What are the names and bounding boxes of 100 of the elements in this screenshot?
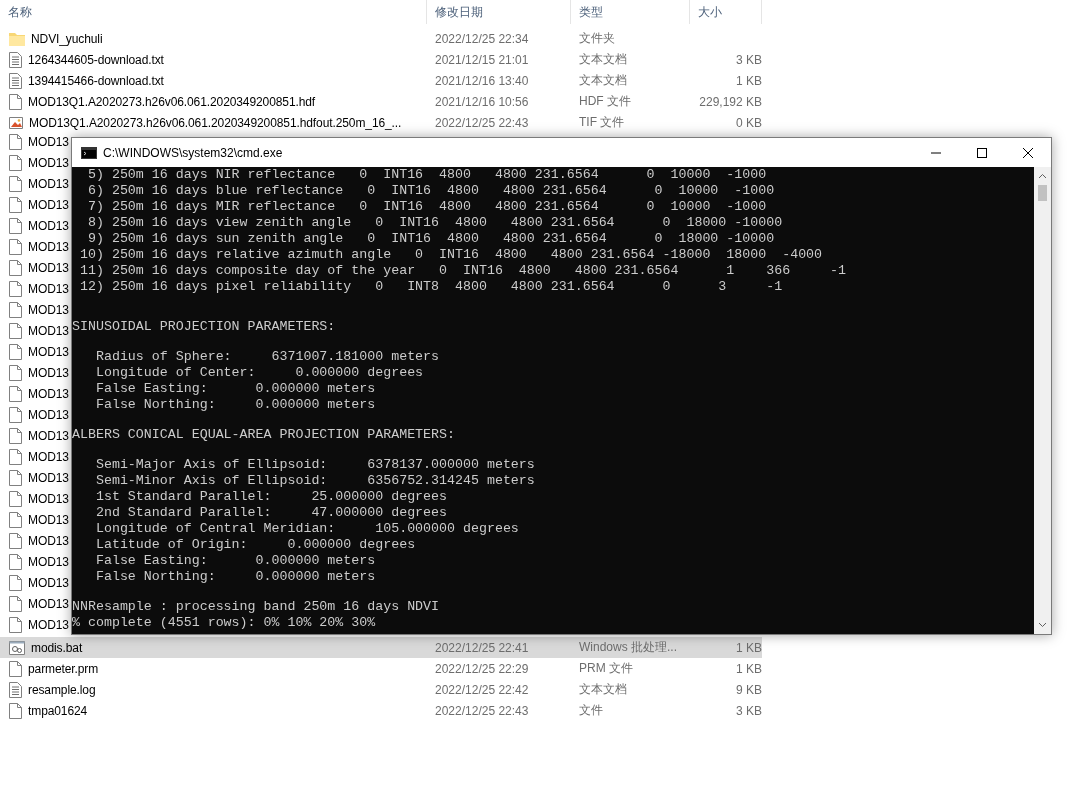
file-row[interactable]: 1264344605-download.txt 2021/12/15 21:01 文本文档 3 KB bbox=[0, 49, 762, 70]
console-line: 5) 250m 16 days NIR reflectance 0 INT16 4800 4800 231.6564 0 10000 -1000 bbox=[86, 167, 767, 183]
file-date: 2022/12/25 22:29 bbox=[434, 661, 530, 676]
file-date: 2021/12/15 21:01 bbox=[434, 52, 530, 67]
file-row[interactable]: MOD13 bbox=[0, 154, 71, 175]
file-name: MOD13 bbox=[28, 176, 69, 191]
file-name: parmeter.prm bbox=[28, 661, 99, 676]
file-icon bbox=[9, 196, 22, 213]
file-name: MOD13 bbox=[28, 491, 69, 506]
file-icon bbox=[9, 217, 22, 234]
file-size: 9 KB bbox=[735, 682, 762, 697]
file-date: 2021/12/16 10:56 bbox=[434, 94, 530, 109]
file-row[interactable]: MOD13 bbox=[0, 217, 71, 238]
file-size: 0 KB bbox=[735, 115, 762, 130]
file-row[interactable]: MOD13 bbox=[0, 385, 71, 406]
file-name: tmpa01624 bbox=[28, 703, 88, 718]
file-type: HDF 文件 bbox=[578, 93, 632, 110]
file-name: MOD13 bbox=[28, 323, 69, 338]
file-row[interactable]: MOD13 bbox=[0, 301, 71, 322]
file-icon bbox=[9, 511, 22, 528]
console-line: 12) 250m 16 days pixel reliability 0 INT8 4800 4800 231.6564 0 3 -1 bbox=[78, 279, 783, 295]
file-row[interactable]: MOD13 bbox=[0, 133, 71, 154]
file-row[interactable]: MOD13 bbox=[0, 448, 71, 469]
file-row[interactable]: resample.log 2022/12/25 22:42 文本文档 9 KB bbox=[0, 679, 762, 700]
file-icon bbox=[9, 574, 22, 591]
column-header[interactable]: 名称 bbox=[0, 0, 427, 24]
file-row[interactable]: MOD13 bbox=[0, 343, 71, 364]
file-icon bbox=[9, 385, 22, 402]
file-size: 229,192 KB bbox=[698, 94, 762, 109]
file-name: MOD13 bbox=[28, 155, 69, 170]
console-line: False Easting: 0.000000 meters bbox=[94, 553, 376, 569]
console-icon bbox=[81, 146, 97, 159]
console-line: % complete (4551 rows): 0% 10% 20% 30% bbox=[72, 615, 376, 631]
column-header[interactable]: 类型 bbox=[571, 0, 690, 24]
file-row[interactable]: MOD13 bbox=[0, 469, 71, 490]
scroll-down-icon[interactable] bbox=[1038, 622, 1047, 628]
file-icon bbox=[9, 469, 22, 486]
file-name: MOD13 bbox=[28, 239, 69, 254]
file-row[interactable]: MOD13 bbox=[0, 364, 71, 385]
gear-file-icon bbox=[9, 640, 25, 655]
file-row[interactable]: parmeter.prm 2022/12/25 22:29 PRM 文件 1 KB bbox=[0, 658, 762, 679]
file-row[interactable]: MOD13 bbox=[0, 595, 71, 616]
file-row[interactable]: MOD13 bbox=[0, 574, 71, 595]
file-name: MOD13 bbox=[28, 575, 69, 590]
console-line: Semi-Minor Axis of Ellipsoid: 6356752.314245 meters bbox=[94, 473, 535, 489]
window-title: C:\WINDOWS\system32\cmd.exe bbox=[103, 145, 284, 160]
console-line: False Easting: 0.000000 meters bbox=[94, 381, 376, 397]
file-row[interactable]: MOD13 bbox=[0, 175, 71, 196]
console-line: Latitude of Origin: 0.000000 degrees bbox=[94, 537, 416, 553]
file-type: 文件夹 bbox=[578, 30, 616, 47]
scroll-thumb[interactable] bbox=[1038, 185, 1047, 201]
file-row[interactable]: MOD13 bbox=[0, 280, 71, 301]
file-row[interactable]: MOD13 bbox=[0, 196, 71, 217]
file-row[interactable]: MOD13 bbox=[0, 616, 71, 637]
file-type: 文本文档 bbox=[578, 72, 628, 89]
file-type: 文本文档 bbox=[578, 51, 628, 68]
console-line: ALBERS CONICAL EQUAL-AREA PROJECTION PARAMETERS: bbox=[72, 427, 455, 443]
file-icon bbox=[9, 490, 22, 507]
file-row[interactable]: MOD13 bbox=[0, 259, 71, 280]
file-icon bbox=[9, 322, 22, 339]
file-icon bbox=[9, 301, 22, 318]
file-row[interactable]: MOD13 bbox=[0, 553, 71, 574]
console-line: 6) 250m 16 days blue reflectance 0 INT16 4800 4800 231.6564 0 10000 -1000 bbox=[86, 183, 775, 199]
file-type: 文本文档 bbox=[578, 681, 628, 698]
file-name: NDVI_yuchuli bbox=[31, 31, 103, 46]
file-icon bbox=[9, 238, 22, 255]
file-size: 3 KB bbox=[735, 703, 762, 718]
file-row[interactable]: MOD13 bbox=[0, 490, 71, 511]
file-icon bbox=[9, 427, 22, 444]
file-date: 2022/12/25 22:34 bbox=[434, 31, 530, 46]
file-row[interactable]: MOD13 bbox=[0, 427, 71, 448]
file-row[interactable]: MOD13 bbox=[0, 238, 71, 259]
file-name: MOD13 bbox=[28, 365, 69, 380]
file-name: MOD13 bbox=[28, 386, 69, 401]
image-file-icon bbox=[9, 114, 23, 131]
file-icon bbox=[9, 259, 22, 276]
file-name: MOD13 bbox=[28, 596, 69, 611]
column-header[interactable]: 大小 bbox=[690, 0, 762, 24]
file-name: MOD13 bbox=[28, 197, 69, 212]
text-file-icon bbox=[9, 681, 22, 698]
file-row[interactable]: NDVI_yuchuli 2022/12/25 22:34 文件夹 bbox=[0, 28, 762, 49]
file-row[interactable]: 1394415466-download.txt 2021/12/16 13:40 文本文档 1 KB bbox=[0, 70, 762, 91]
console-line: False Northing: 0.000000 meters bbox=[94, 397, 376, 413]
file-date: 2022/12/25 22:41 bbox=[434, 640, 530, 655]
file-row[interactable]: MOD13 bbox=[0, 511, 71, 532]
file-icon bbox=[9, 553, 22, 570]
file-row[interactable]: MOD13Q1.A2020273.h26v06.061.2020349200851.hdf 2021/12/16 10:56 HDF 文件 229,192 KB bbox=[0, 91, 762, 112]
file-icon bbox=[9, 343, 22, 360]
file-row[interactable]: MOD13 bbox=[0, 532, 71, 553]
file-row[interactable]: modis.bat 2022/12/25 22:41 Windows 批处理... 1 KB bbox=[0, 637, 762, 658]
scroll-up-icon[interactable] bbox=[1038, 173, 1047, 179]
console-line: 2nd Standard Parallel: 47.000000 degrees bbox=[94, 505, 448, 521]
column-header[interactable]: 修改日期 bbox=[427, 0, 571, 24]
scrollbar[interactable] bbox=[1034, 167, 1051, 634]
file-row[interactable]: tmpa01624 2022/12/25 22:43 文件 3 KB bbox=[0, 700, 762, 721]
console-line: 1st Standard Parallel: 25.000000 degrees bbox=[94, 489, 448, 505]
file-row[interactable]: MOD13Q1.A2020273.h26v06.061.2020349200851.hdfout.250m_16_... 2022/12/25 22:43 TIF 文件 0 KB bbox=[0, 112, 762, 133]
file-name: MOD13 bbox=[28, 344, 69, 359]
file-row[interactable]: MOD13 bbox=[0, 406, 71, 427]
file-row[interactable]: MOD13 bbox=[0, 322, 71, 343]
